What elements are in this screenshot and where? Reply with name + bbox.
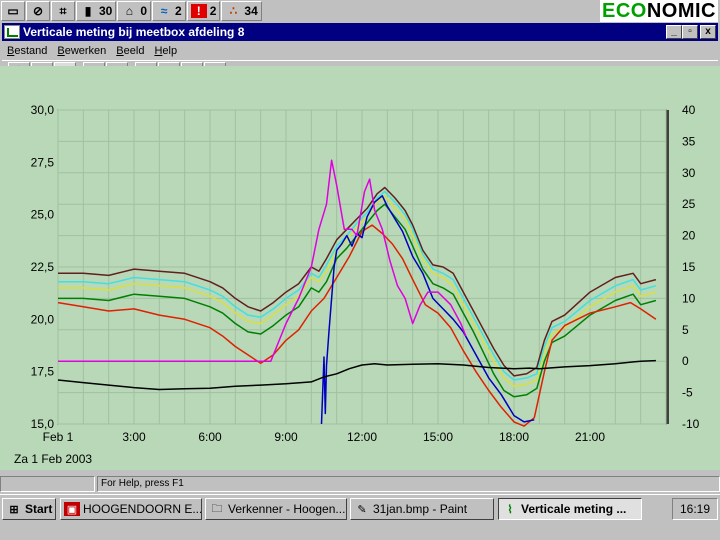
explorer-icon: 🗀 bbox=[211, 502, 223, 515]
task-hoogendoorn[interactable]: ▣ HOOGENDOORN E... bbox=[60, 498, 202, 520]
y-left-tick-label: 30,0 bbox=[31, 103, 55, 117]
series-line-6 bbox=[58, 159, 467, 362]
y-right-tick-label: 15 bbox=[682, 260, 696, 274]
restore-button[interactable]: ▫ bbox=[682, 25, 698, 39]
task-verkenner[interactable]: 🗀 Verkenner - Hoogen... bbox=[205, 498, 347, 520]
status-cell-alarm[interactable]: ! 2 bbox=[186, 1, 221, 21]
brand-logo: ECO NOMIC bbox=[599, 0, 718, 22]
status-cell-speaker[interactable]: ▮ 30 bbox=[76, 1, 117, 21]
menu-help[interactable]: Help bbox=[149, 45, 182, 57]
task-paint[interactable]: ✎ 31jan.bmp - Paint bbox=[350, 498, 494, 520]
y-left-tick-label: 27,5 bbox=[31, 155, 55, 169]
series-line-1 bbox=[58, 195, 657, 388]
series-line-0 bbox=[58, 186, 657, 377]
y-left-tick-label: 17,5 bbox=[31, 365, 55, 379]
y-left-tick-label: 25,0 bbox=[31, 208, 55, 222]
clock: 16:19 bbox=[672, 498, 718, 520]
app-red-icon: ▣ bbox=[64, 502, 80, 516]
status-cell-house[interactable]: ⌂ 0 bbox=[117, 1, 152, 21]
series-line-7 bbox=[57, 359, 656, 391]
speaker-icon: ▮ bbox=[84, 4, 92, 18]
status-panel-empty bbox=[0, 476, 95, 492]
y-right-tick-label: 35 bbox=[682, 134, 696, 148]
series-line-4 bbox=[57, 224, 657, 427]
chart-app-icon: ⌇ bbox=[507, 503, 513, 516]
y-right-tick-label: 10 bbox=[682, 291, 696, 305]
y-left-tick-label: 20,0 bbox=[31, 312, 55, 326]
x-tick-label: 18:00 bbox=[499, 430, 529, 444]
y-right-tick-label: 20 bbox=[682, 229, 696, 243]
date-label: Za 1 Feb 2003 bbox=[14, 452, 92, 466]
y-right-tick-label: -10 bbox=[682, 417, 700, 431]
status-cell-waves[interactable]: ≈2 bbox=[152, 1, 186, 21]
chart-app-icon bbox=[4, 25, 20, 39]
status-cell-dots[interactable]: ∴ 34 bbox=[221, 1, 262, 21]
window-title: Verticale meting bij meetbox afdeling 8 bbox=[23, 25, 245, 39]
slash-signal-icon: ⊘ bbox=[32, 4, 44, 18]
menu-bewerken[interactable]: Bewerken bbox=[52, 45, 111, 57]
network-icon: ⌗ bbox=[59, 4, 67, 18]
status-help-text: For Help, press F1 bbox=[97, 476, 720, 492]
house-icon: ⌂ bbox=[125, 4, 133, 18]
x-tick-label: 6:00 bbox=[198, 430, 222, 444]
y-right-tick-label: 40 bbox=[682, 103, 696, 117]
chart-area: 40 35 30 25 20 15 10 5 0 -5 -10 30,0 27,5 25,0 22,5 20,… bbox=[0, 66, 720, 470]
house-value: 0 bbox=[140, 4, 148, 18]
title-bar[interactable]: Verticale meting bij meetbox afdeling 8 … bbox=[2, 23, 718, 41]
close-button[interactable]: x bbox=[700, 25, 716, 39]
menu-bestand[interactable]: Bestand bbox=[2, 45, 52, 57]
alarm-icon: ! bbox=[190, 4, 207, 18]
waves-icon: ≈ bbox=[160, 4, 168, 18]
y-right-tick-label: 0 bbox=[682, 354, 689, 368]
speaker-value: 30 bbox=[99, 4, 113, 18]
x-tick-label: Feb 1 bbox=[43, 430, 74, 444]
alarm-value: 2 bbox=[209, 4, 217, 18]
dots-value: 34 bbox=[244, 4, 258, 18]
status-cell-signal[interactable]: ⊘ bbox=[26, 1, 50, 21]
top-status-strip: ▭ ⊘ ⌗ ▮ 30 ⌂ 0 ≈2 ! 2 ∴ 34 ECO NOMIC bbox=[0, 0, 720, 22]
display-icon: ▭ bbox=[7, 4, 19, 18]
windows-logo-icon: ⊞ bbox=[9, 503, 19, 516]
chart-svg: 40 35 30 25 20 15 10 5 0 -5 -10 30,0 27,5 25,0 22,5 20,… bbox=[14, 103, 700, 466]
x-tick-label: 9:00 bbox=[274, 430, 298, 444]
taskbar: ⊞ Start ▣ HOOGENDOORN E... 🗀 Verkenner - Ho… bbox=[0, 494, 720, 540]
x-tick-label: 21:00 bbox=[575, 430, 605, 444]
waves-value: 2 bbox=[175, 4, 182, 18]
y-right-tick-label: 30 bbox=[682, 166, 696, 180]
x-tick-label: 3:00 bbox=[122, 430, 146, 444]
y-left-tick-label: 15,0 bbox=[31, 417, 55, 431]
x-tick-label: 12:00 bbox=[347, 430, 377, 444]
status-cell-network[interactable]: ⌗ bbox=[51, 1, 75, 21]
menu-bar: Bestand Bewerken Beeld Help bbox=[2, 42, 718, 60]
dots-icon: ∴ bbox=[229, 4, 238, 18]
x-tick-label: 15:00 bbox=[423, 430, 453, 444]
paint-icon: ✎ bbox=[357, 503, 367, 516]
start-button[interactable]: ⊞ Start bbox=[2, 498, 56, 520]
status-bar: For Help, press F1 bbox=[0, 474, 720, 494]
y-right-tick-label: -5 bbox=[682, 386, 693, 400]
y-right-tick-label: 5 bbox=[682, 323, 689, 337]
task-verticale-meting[interactable]: ⌇ Verticale meting ... bbox=[498, 498, 642, 520]
y-left-tick-label: 22,5 bbox=[31, 260, 55, 274]
y-right-tick-label: 25 bbox=[682, 197, 696, 211]
status-cell-display[interactable]: ▭ bbox=[1, 1, 25, 21]
minimize-button[interactable]: _ bbox=[666, 25, 682, 39]
menu-beeld[interactable]: Beeld bbox=[111, 45, 149, 57]
